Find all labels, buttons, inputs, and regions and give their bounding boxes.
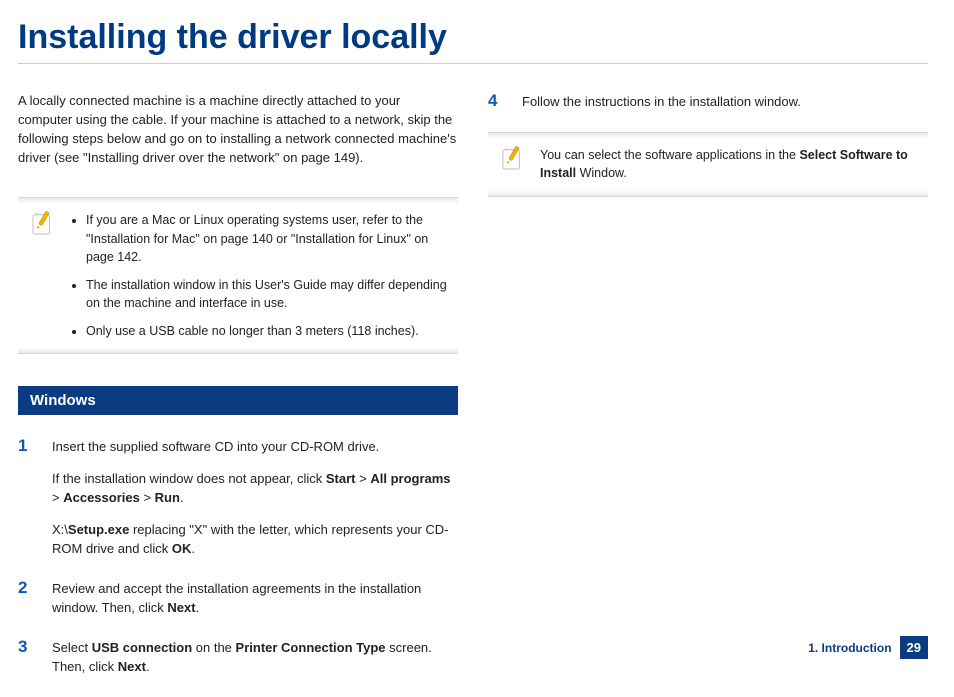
- content-columns: A locally connected machine is a machine…: [18, 92, 928, 697]
- step-text: Follow the instructions in the installat…: [522, 92, 928, 112]
- note-item: If you are a Mac or Linux operating syst…: [86, 211, 448, 265]
- note-list: If you are a Mac or Linux operating syst…: [70, 211, 448, 340]
- note-box-1: If you are a Mac or Linux operating syst…: [18, 197, 458, 354]
- pencil-note-icon: [32, 211, 54, 235]
- note-item: Only use a USB cable no longer than 3 me…: [86, 322, 448, 340]
- step-text: Review and accept the installation agree…: [52, 579, 458, 618]
- page-footer: 1. Introduction 29: [808, 636, 928, 659]
- right-column: 4 Follow the instructions in the install…: [488, 92, 928, 697]
- step-number: 1: [18, 437, 52, 559]
- step-2: 2 Review and accept the installation agr…: [18, 579, 458, 618]
- step-text: If the installation window does not appe…: [52, 469, 458, 508]
- pencil-note-icon: [502, 146, 524, 170]
- step-text: Select USB connection on the Printer Con…: [52, 638, 458, 677]
- note-text: You can select the software applications…: [540, 146, 918, 184]
- page-title: Installing the driver locally: [18, 18, 928, 57]
- section-heading-windows: Windows: [18, 386, 458, 415]
- title-rule: [18, 63, 928, 64]
- step-body: Select USB connection on the Printer Con…: [52, 638, 458, 677]
- note-item: The installation window in this User's G…: [86, 276, 448, 312]
- step-4: 4 Follow the instructions in the install…: [488, 92, 928, 112]
- step-1: 1 Insert the supplied software CD into y…: [18, 437, 458, 559]
- footer-page-number: 29: [900, 636, 928, 659]
- footer-chapter: 1. Introduction: [808, 641, 891, 655]
- step-body: Insert the supplied software CD into you…: [52, 437, 458, 559]
- step-number: 3: [18, 638, 52, 677]
- step-number: 2: [18, 579, 52, 618]
- step-number: 4: [488, 92, 522, 112]
- step-text: X:\Setup.exe replacing "X" with the lett…: [52, 520, 458, 559]
- note-box-2: You can select the software applications…: [488, 132, 928, 198]
- step-body: Review and accept the installation agree…: [52, 579, 458, 618]
- left-column: A locally connected machine is a machine…: [18, 92, 458, 697]
- step-body: Follow the instructions in the installat…: [522, 92, 928, 112]
- step-3: 3 Select USB connection on the Printer C…: [18, 638, 458, 677]
- step-text: Insert the supplied software CD into you…: [52, 437, 458, 457]
- intro-paragraph: A locally connected machine is a machine…: [18, 92, 458, 167]
